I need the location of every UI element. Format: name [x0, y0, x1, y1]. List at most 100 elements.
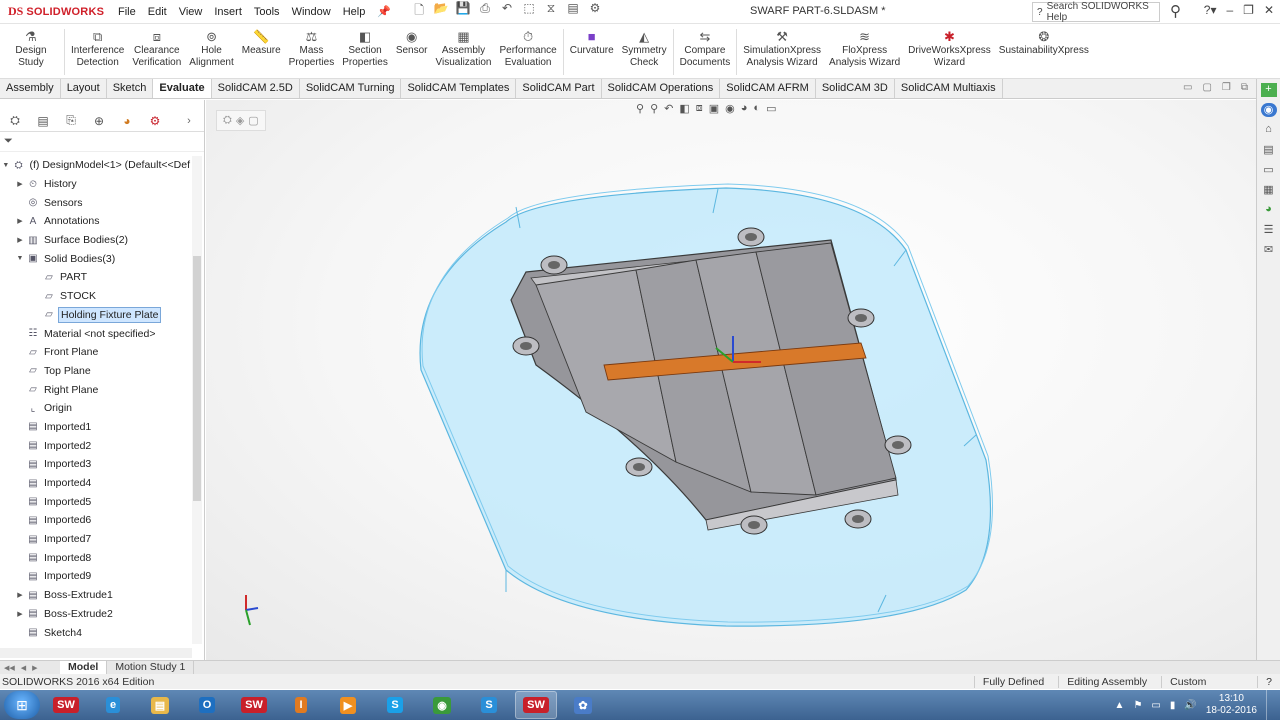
open-document-icon[interactable]: 📂 [433, 1, 449, 22]
menu-insert[interactable]: Insert [214, 6, 242, 18]
flag-icon[interactable]: ⚑ [1133, 700, 1142, 711]
forum-icon[interactable]: ✉ [1261, 243, 1277, 257]
tree-node[interactable]: ▤ Imported2 [0, 436, 192, 455]
pin-menu-icon[interactable]: 📌 [377, 5, 391, 18]
floxpress-button[interactable]: ≋ FloXpress Analysis Wizard [825, 25, 904, 69]
tree-node[interactable]: ▤ Imported5 [0, 492, 192, 511]
tree-node[interactable]: ▤ Imported8 [0, 548, 192, 567]
show-desktop-button[interactable] [1266, 690, 1274, 720]
file-properties-icon[interactable]: ▤ [565, 1, 581, 22]
interference-detection-button[interactable]: ⧉ Interference Detection [67, 25, 128, 69]
tree-node[interactable]: ▤ Imported9 [0, 567, 192, 586]
filter-field[interactable]: ⏷ [0, 132, 204, 152]
property-manager-tab-icon[interactable]: ▤ [34, 114, 52, 128]
tree-node[interactable]: ▤ Sketch4 [0, 623, 192, 642]
search-icon[interactable]: ⚲ [1170, 2, 1181, 20]
design-study-button[interactable]: ⚗ Design Study [0, 25, 62, 69]
feature-tree-tab-icon[interactable]: ⛭ [6, 113, 24, 128]
prev-tab-icon[interactable]: ◀ [21, 664, 26, 672]
custom-properties-icon[interactable]: ☰ [1261, 223, 1277, 237]
clearance-verification-button[interactable]: ⧈ Clearance Verification [128, 25, 185, 69]
select-icon[interactable]: ⬚ [521, 1, 537, 22]
menu-view[interactable]: View [179, 6, 203, 18]
menu-window[interactable]: Window [292, 6, 331, 18]
assembly-visualization-button[interactable]: ▦ Assembly Visualization [432, 25, 496, 69]
tab-solidcam-3d[interactable]: SolidCAM 3D [816, 79, 895, 98]
tree-node[interactable]: ◎ Sensors [0, 193, 192, 212]
help-search-input[interactable]: ? Search SOLIDWORKS Help [1032, 1, 1160, 23]
expand-panel-icon[interactable]: › [180, 115, 198, 127]
print-icon[interactable]: ⎙ [477, 1, 493, 22]
tree-node[interactable]: ☷ Material <not specified> [0, 324, 192, 343]
help-dropdown-icon[interactable]: ?▾ [1204, 3, 1217, 17]
options-gear-icon[interactable]: ⚙ [587, 1, 603, 22]
tree-node[interactable]: ▶ ⏲ History [0, 175, 192, 194]
solidworks-2016-icon[interactable]: SW [233, 691, 275, 719]
expand-arrow-icon[interactable]: ▶ [14, 180, 26, 188]
close-icon[interactable]: ✕ [1264, 3, 1274, 17]
doc-minimize-icon[interactable]: ▢ [1202, 82, 1211, 93]
expand-arrow-icon[interactable]: ▶ [14, 217, 26, 225]
measure-button[interactable]: 📏 Measure [238, 25, 285, 57]
undo-icon[interactable]: ↶ [499, 1, 515, 22]
graphics-area[interactable]: ⛭ ◈ ▢ ⚲ ⚲ ↶ ◧ ⧈ ▣ ◉ ◕ ◐ ▭ [206, 100, 1256, 660]
dimxpert-tab-icon[interactable]: ⊕ [90, 114, 108, 128]
solidworks-logo[interactable]: DS SOLIDWORKS [0, 4, 110, 19]
tab-model[interactable]: Model [60, 661, 108, 674]
rebuild-icon[interactable]: ⧖ [543, 1, 559, 22]
tab-assembly[interactable]: Assembly [0, 79, 61, 98]
menu-tools[interactable]: Tools [254, 6, 280, 18]
ipro-icon[interactable]: I [280, 691, 322, 719]
hole-alignment-button[interactable]: ⊚ Hole Alignment [185, 25, 237, 69]
symmetry-check-button[interactable]: ◭ Symmetry Check [618, 25, 671, 69]
skype-business-icon[interactable]: S [468, 691, 510, 719]
tab-solidcam-turning[interactable]: SolidCAM Turning [300, 79, 402, 98]
design-library-icon[interactable]: ▤ [1261, 143, 1277, 157]
menu-file[interactable]: File [118, 6, 136, 18]
flower-app-icon[interactable]: ✿ [562, 691, 604, 719]
tree-node[interactable]: ▱ STOCK [0, 287, 192, 306]
volume-icon[interactable]: 🔊 [1184, 700, 1196, 711]
tree-node[interactable]: ▼ ▣ Solid Bodies(3) [0, 249, 192, 268]
driveworksxpress-button[interactable]: ✱ DriveWorksXpress Wizard [904, 25, 995, 69]
minimize-icon[interactable]: – [1226, 3, 1233, 17]
scrollbar-thumb[interactable] [193, 256, 201, 501]
chrome-icon[interactable]: ◉ [421, 691, 463, 719]
display-manager-tab-icon[interactable]: ◕ [118, 114, 136, 128]
next-tab-icon[interactable]: ▶ [32, 664, 37, 672]
expand-arrow-icon[interactable]: ▶ [14, 591, 26, 599]
tab-motion-study-1[interactable]: Motion Study 1 [107, 661, 195, 674]
tree-node[interactable]: ▶ ▥ Surface Bodies(2) [0, 231, 192, 250]
tab-solidcam-afrm[interactable]: SolidCAM AFRM [720, 79, 816, 98]
task-pane-resources-icon[interactable]: + [1260, 83, 1277, 97]
tree-node[interactable]: ▱ Front Plane [0, 343, 192, 362]
start-button[interactable]: ⊞ [4, 691, 40, 719]
solidworks-active-icon[interactable]: SW [515, 691, 557, 719]
file-explorer-icon[interactable]: ▤ [139, 691, 181, 719]
feature-tree-scrollbar[interactable] [192, 156, 202, 644]
units-selector[interactable]: Custom [1161, 675, 1251, 688]
tree-node[interactable]: ▱ PART [0, 268, 192, 287]
tree-node[interactable]: ▤ Imported4 [0, 474, 192, 493]
tree-node[interactable]: ▶ A Annotations [0, 212, 192, 231]
network-icon[interactable]: ▮ [1170, 700, 1176, 711]
outlook-icon[interactable]: O [186, 691, 228, 719]
tab-evaluate[interactable]: Evaluate [153, 79, 212, 98]
tab-solidcam-part[interactable]: SolidCAM Part [516, 79, 602, 98]
tab-solidcam-multiaxis[interactable]: SolidCAM Multiaxis [895, 79, 1003, 98]
restore-icon[interactable]: ❐ [1243, 3, 1254, 17]
solidcam-manager-tab-icon[interactable]: ⚙ [146, 114, 164, 128]
clock[interactable]: 13:10 18-02-2016 [1206, 693, 1257, 717]
tree-node[interactable]: ⌞ Origin [0, 399, 192, 418]
simulationxpress-button[interactable]: ⚒ SimulationXpress Analysis Wizard [739, 25, 825, 69]
tab-solidcam-operations[interactable]: SolidCAM Operations [602, 79, 721, 98]
sensor-button[interactable]: ◉ Sensor [392, 25, 432, 57]
menu-edit[interactable]: Edit [148, 6, 167, 18]
sustainabilityxpress-button[interactable]: ❂ SustainabilityXpress [995, 25, 1093, 57]
tree-node[interactable]: ▤ Imported7 [0, 530, 192, 549]
tab-sketch[interactable]: Sketch [107, 79, 154, 98]
mass-properties-button[interactable]: ⚖ Mass Properties [285, 25, 339, 69]
media-player-icon[interactable]: ▶ [327, 691, 369, 719]
collapse-arrow-icon[interactable]: ▼ [0, 162, 12, 169]
skype-icon[interactable]: S [374, 691, 416, 719]
